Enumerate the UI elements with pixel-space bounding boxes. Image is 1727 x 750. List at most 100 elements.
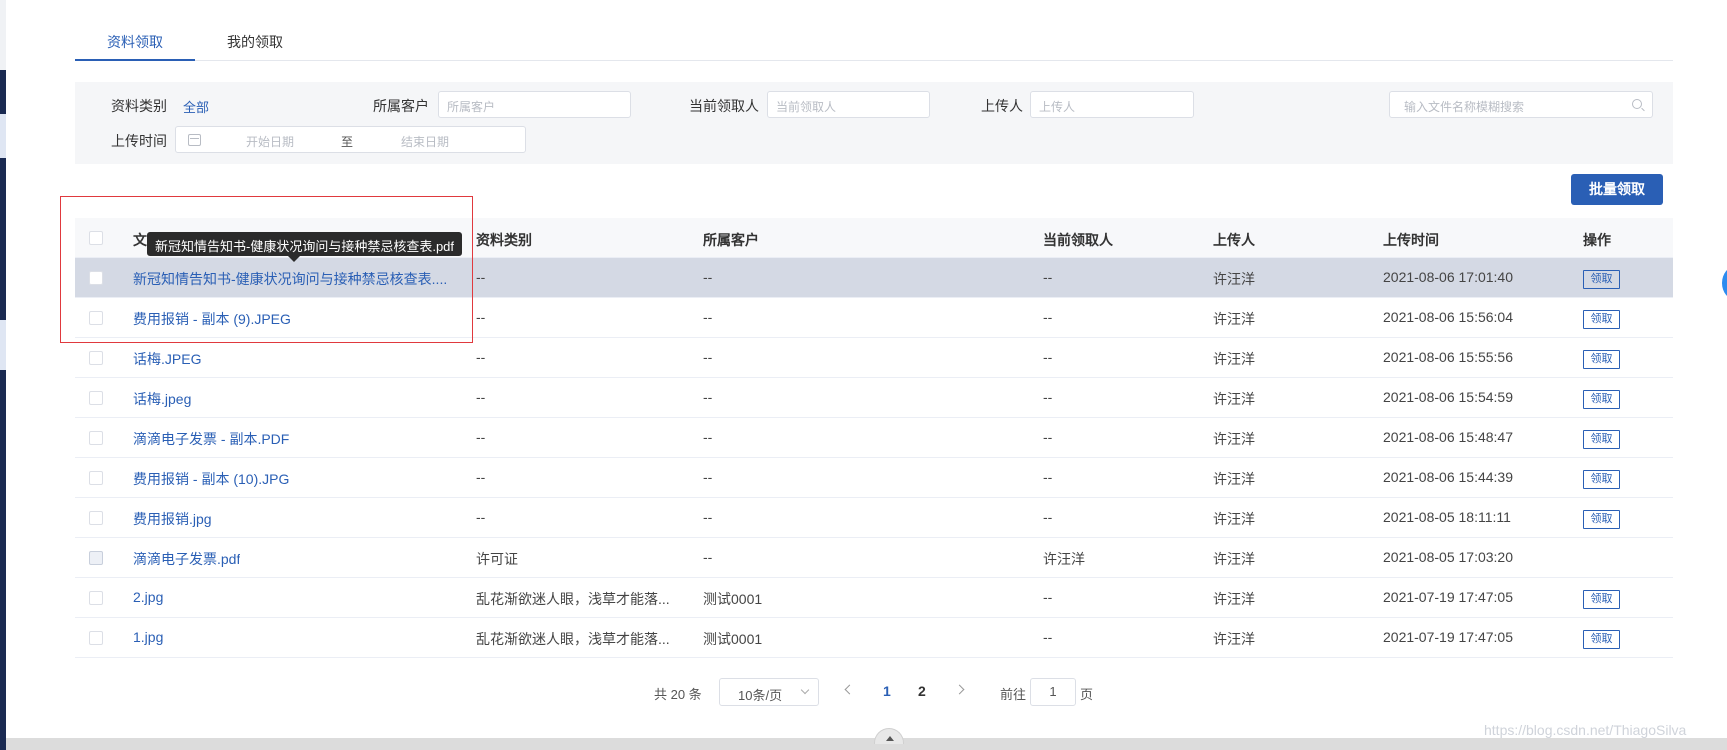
page-1[interactable]: 1	[883, 683, 891, 699]
row-checkbox[interactable]	[89, 351, 103, 365]
goto-label: 前往	[1000, 687, 1027, 702]
cell-upload-time: 2021-07-19 17:47:05	[1383, 629, 1513, 645]
claim-button[interactable]: 领取	[1583, 390, 1620, 409]
row-checkbox[interactable]	[89, 591, 103, 605]
floating-action-icon[interactable]	[1722, 266, 1727, 300]
page-size-select[interactable]: 10条/页	[719, 678, 819, 706]
cell-receiver: --	[1043, 349, 1053, 365]
cell-uploader: 许汪洋	[1213, 471, 1255, 487]
upload-date-range[interactable]: 开始日期 至 结束日期	[175, 126, 526, 153]
claim-button[interactable]: 领取	[1583, 630, 1620, 649]
file-search-input[interactable]: 输入文件名称模糊搜索	[1389, 91, 1653, 118]
table-row[interactable]: 2.jpg 乱花渐欲迷人眼，浅草才能落... 测试0001 -- 许汪洋 2021-07-…	[75, 578, 1673, 618]
cell-receiver: --	[1043, 389, 1053, 405]
page-size-value: 10条/页	[738, 688, 783, 703]
cell-uploader: 许汪洋	[1213, 271, 1255, 287]
page-suffix: 页	[1080, 687, 1094, 702]
next-page-icon[interactable]	[954, 684, 965, 695]
cell-upload-time: 2021-08-06 15:56:04	[1383, 309, 1513, 325]
cell-category: --	[476, 269, 486, 285]
calendar-icon	[188, 134, 201, 146]
batch-claim-button[interactable]: 批量领取	[1571, 174, 1663, 205]
cell-receiver: --	[1043, 309, 1053, 325]
cell-customer: 测试0001	[703, 631, 763, 647]
cell-category: --	[476, 469, 486, 485]
row-checkbox[interactable]	[89, 631, 103, 645]
table-row[interactable]: 费用报销.jpg -- -- -- 许汪洋 2021-08-05 18:11:11 领取	[75, 498, 1673, 538]
claim-button[interactable]: 领取	[1583, 470, 1620, 489]
prev-page-icon[interactable]	[844, 684, 855, 695]
goto-page-input[interactable]: 1	[1030, 678, 1076, 706]
table-row[interactable]: 话梅.jpeg -- -- -- 许汪洋 2021-08-06 15:54:59 领取	[75, 378, 1673, 418]
tab-my-claims[interactable]: 我的领取	[227, 32, 283, 60]
cell-file-name[interactable]: 滴滴电子发票.pdf	[133, 549, 240, 569]
claim-button[interactable]: 领取	[1583, 270, 1620, 289]
bottom-scroll-bar[interactable]	[6, 738, 1727, 750]
table-row[interactable]: 1.jpg 乱花渐欲迷人眼，浅草才能落... 测试0001 -- 许汪洋 2021-07-…	[75, 618, 1673, 658]
row-checkbox[interactable]	[89, 391, 103, 405]
cell-file-name[interactable]: 话梅.JPEG	[133, 349, 201, 369]
tab-material-claim[interactable]: 资料领取	[107, 32, 163, 60]
cell-upload-time: 2021-08-06 15:48:47	[1383, 429, 1513, 445]
cell-upload-time: 2021-08-05 17:03:20	[1383, 549, 1513, 565]
claim-button[interactable]: 领取	[1583, 350, 1620, 369]
page-2[interactable]: 2	[918, 683, 926, 699]
category-all-link[interactable]: 全部	[183, 97, 209, 116]
cell-customer: --	[703, 309, 713, 325]
table-row[interactable]: 费用报销 - 副本 (10).JPG -- -- -- 许汪洋 2021-08-06 15…	[75, 458, 1673, 498]
cell-uploader: 许汪洋	[1213, 631, 1255, 647]
cell-file-name[interactable]: 滴滴电子发票 - 副本.PDF	[133, 429, 289, 449]
cell-uploader: 许汪洋	[1213, 511, 1255, 527]
active-tab-indicator	[75, 59, 195, 61]
cell-upload-time: 2021-08-06 15:44:39	[1383, 469, 1513, 485]
row-checkbox[interactable]	[89, 511, 103, 525]
claim-button[interactable]: 领取	[1583, 510, 1620, 529]
cell-customer: --	[703, 389, 713, 405]
uploader-input[interactable]: 上传人	[1030, 91, 1194, 118]
cell-customer: --	[703, 349, 713, 365]
cell-file-name[interactable]: 费用报销.jpg	[133, 509, 212, 529]
claim-button[interactable]: 领取	[1583, 310, 1620, 329]
cell-file-name[interactable]: 1.jpg	[133, 629, 163, 645]
table-row[interactable]: 话梅.JPEG -- -- -- 许汪洋 2021-08-06 15:55:56 领取	[75, 338, 1673, 378]
cell-receiver: --	[1043, 269, 1053, 285]
cell-customer: --	[703, 429, 713, 445]
tab-bar: 资料领取 我的领取	[75, 24, 1673, 61]
search-icon[interactable]	[1632, 99, 1642, 109]
cell-customer: --	[703, 509, 713, 525]
col-customer: 所属客户	[703, 232, 759, 248]
row-checkbox[interactable]	[89, 471, 103, 485]
end-date-input[interactable]: 结束日期	[401, 133, 449, 150]
receiver-input[interactable]: 当前领取人	[767, 91, 930, 118]
cell-receiver: --	[1043, 469, 1053, 485]
collapse-up-icon[interactable]	[874, 728, 904, 744]
cell-customer: --	[703, 269, 713, 285]
cell-file-name[interactable]: 话梅.jpeg	[133, 389, 191, 409]
range-separator: 至	[341, 135, 354, 149]
row-checkbox[interactable]	[89, 431, 103, 445]
cell-receiver: --	[1043, 429, 1053, 445]
claim-button[interactable]: 领取	[1583, 430, 1620, 449]
claim-button[interactable]: 领取	[1583, 590, 1620, 609]
cell-uploader: 许汪洋	[1213, 391, 1255, 407]
left-sidebar-edge	[0, 0, 6, 750]
cell-uploader: 许汪洋	[1213, 591, 1255, 607]
cell-category: --	[476, 429, 486, 445]
cell-upload-time: 2021-07-19 17:47:05	[1383, 589, 1513, 605]
cell-category: --	[476, 309, 486, 325]
cell-file-name[interactable]: 费用报销 - 副本 (10).JPG	[133, 469, 289, 489]
table-row[interactable]: 滴滴电子发票 - 副本.PDF -- -- -- 许汪洋 2021-08-06 15:48…	[75, 418, 1673, 458]
start-date-input[interactable]: 开始日期	[246, 133, 294, 150]
cell-category: 乱花渐欲迷人眼，浅草才能落...	[476, 591, 670, 607]
annotation-highlight-box	[60, 196, 473, 343]
cell-file-name[interactable]: 2.jpg	[133, 589, 163, 605]
cell-upload-time: 2021-08-06 15:54:59	[1383, 389, 1513, 405]
chevron-down-icon	[800, 685, 810, 695]
tooltip-arrow	[288, 256, 300, 262]
customer-input[interactable]: 所属客户	[438, 91, 631, 118]
upload-time-label: 上传时间	[111, 133, 167, 149]
table-row[interactable]: 滴滴电子发票.pdf 许可证 -- 许汪洋 许汪洋 2021-08-05 17:03:20	[75, 538, 1673, 578]
receiver-label: 当前领取人	[689, 98, 759, 114]
cell-uploader: 许汪洋	[1213, 351, 1255, 367]
search-placeholder: 输入文件名称模糊搜索	[1404, 100, 1525, 114]
